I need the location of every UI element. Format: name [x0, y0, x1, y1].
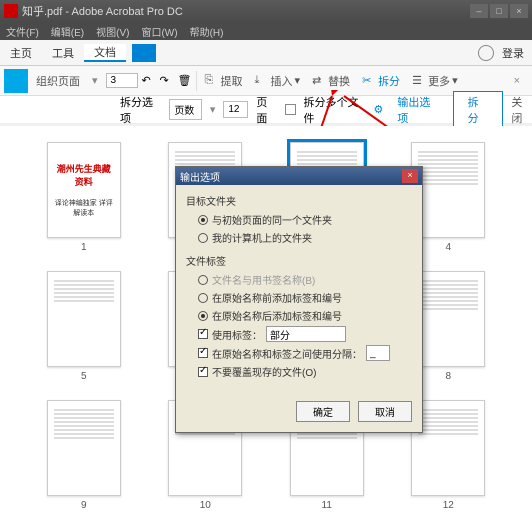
tab-home[interactable]: 主页: [0, 45, 42, 61]
dialog-titlebar[interactable]: 输出选项 ×: [176, 167, 422, 185]
organize-icon: [4, 69, 28, 93]
file-label-label: 文件标签: [186, 253, 412, 268]
tab-document[interactable]: 文档: [84, 44, 126, 62]
checkbox-use-label[interactable]: [198, 329, 208, 339]
gear-icon: ⚙: [373, 103, 383, 116]
dialog-title: 输出选项: [180, 169, 220, 184]
radio-my-computer[interactable]: [198, 233, 208, 243]
close-panel-button[interactable]: ×: [506, 75, 528, 87]
organize-label: 组织页面: [32, 71, 84, 91]
replace-button[interactable]: ⇄替换: [308, 71, 354, 91]
radio-same-folder[interactable]: [198, 215, 208, 225]
radio-bookmark-name: [198, 275, 208, 285]
cancel-button[interactable]: 取消: [358, 401, 412, 422]
app-icon: [4, 4, 18, 18]
separator-input[interactable]: [366, 345, 390, 361]
page-unit-label: 页面: [256, 94, 277, 126]
menu-window[interactable]: 窗口(W): [141, 24, 177, 39]
menu-help[interactable]: 帮助(H): [190, 24, 224, 39]
do-split-button[interactable]: 拆分: [453, 91, 504, 129]
page-select[interactable]: 3: [106, 73, 138, 88]
page-thumb-5[interactable]: [47, 271, 121, 367]
delete-icon[interactable]: 🗑: [178, 74, 192, 88]
split-subbar: 拆分选项 页数 ▾ 12 页面 拆分多个文件 ⚙ 输出选项 拆分 关闭: [0, 96, 532, 124]
page-thumb-9[interactable]: [47, 400, 121, 496]
window-title: 知乎.pdf - Adobe Acrobat Pro DC: [22, 3, 183, 19]
extract-button[interactable]: ⎘提取: [201, 71, 247, 91]
dialog-close-button[interactable]: ×: [402, 169, 418, 183]
menu-edit[interactable]: 编辑(E): [51, 24, 84, 39]
close-button[interactable]: ×: [510, 4, 528, 18]
split-mode-select[interactable]: 页数: [169, 99, 202, 120]
split-options-label: 拆分选项: [120, 94, 161, 126]
window-titlebar: 知乎.pdf - Adobe Acrobat Pro DC – □ ×: [0, 0, 532, 22]
menu-view[interactable]: 视图(V): [96, 24, 129, 39]
target-folder-label: 目标文件夹: [186, 193, 412, 208]
rotate-right-icon[interactable]: ↷: [160, 74, 174, 88]
menubar: 文件(F) 编辑(E) 视图(V) 窗口(W) 帮助(H): [0, 22, 532, 40]
output-options-button[interactable]: 输出选项: [391, 92, 444, 128]
output-options-dialog: 输出选项 × 目标文件夹 与初始页面的同一个文件夹 我的计算机上的文件夹 文件标…: [175, 166, 423, 433]
close-button[interactable]: 关闭: [511, 94, 532, 126]
radio-suffix[interactable]: [198, 311, 208, 321]
multiple-files-checkbox[interactable]: [285, 104, 295, 115]
rotate-left-icon[interactable]: ↶: [142, 74, 156, 88]
topbar: 主页 工具 文档 登录: [0, 40, 532, 66]
page-thumb-1[interactable]: 潮州先生典藏资料译论神编独家 详评解读本: [47, 142, 121, 238]
label-input[interactable]: [266, 326, 346, 342]
checkbox-no-overwrite[interactable]: [198, 367, 208, 377]
more-button[interactable]: ☰更多▾: [408, 71, 462, 91]
tab-tools[interactable]: 工具: [42, 45, 84, 61]
multiple-files-label: 拆分多个文件: [304, 94, 366, 126]
notification-icon[interactable]: [478, 45, 494, 61]
login-link[interactable]: 登录: [502, 45, 524, 61]
checkbox-separator[interactable]: [198, 348, 208, 358]
menu-file[interactable]: 文件(F): [6, 24, 39, 39]
insert-button[interactable]: ⤓插入▾: [251, 71, 305, 91]
split-button[interactable]: ✂拆分: [358, 71, 404, 91]
page-count-input[interactable]: 12: [223, 101, 248, 118]
minimize-button[interactable]: –: [470, 4, 488, 18]
document-icon: [132, 44, 156, 62]
ok-button[interactable]: 确定: [296, 401, 350, 422]
maximize-button[interactable]: □: [490, 4, 508, 18]
radio-prefix[interactable]: [198, 293, 208, 303]
